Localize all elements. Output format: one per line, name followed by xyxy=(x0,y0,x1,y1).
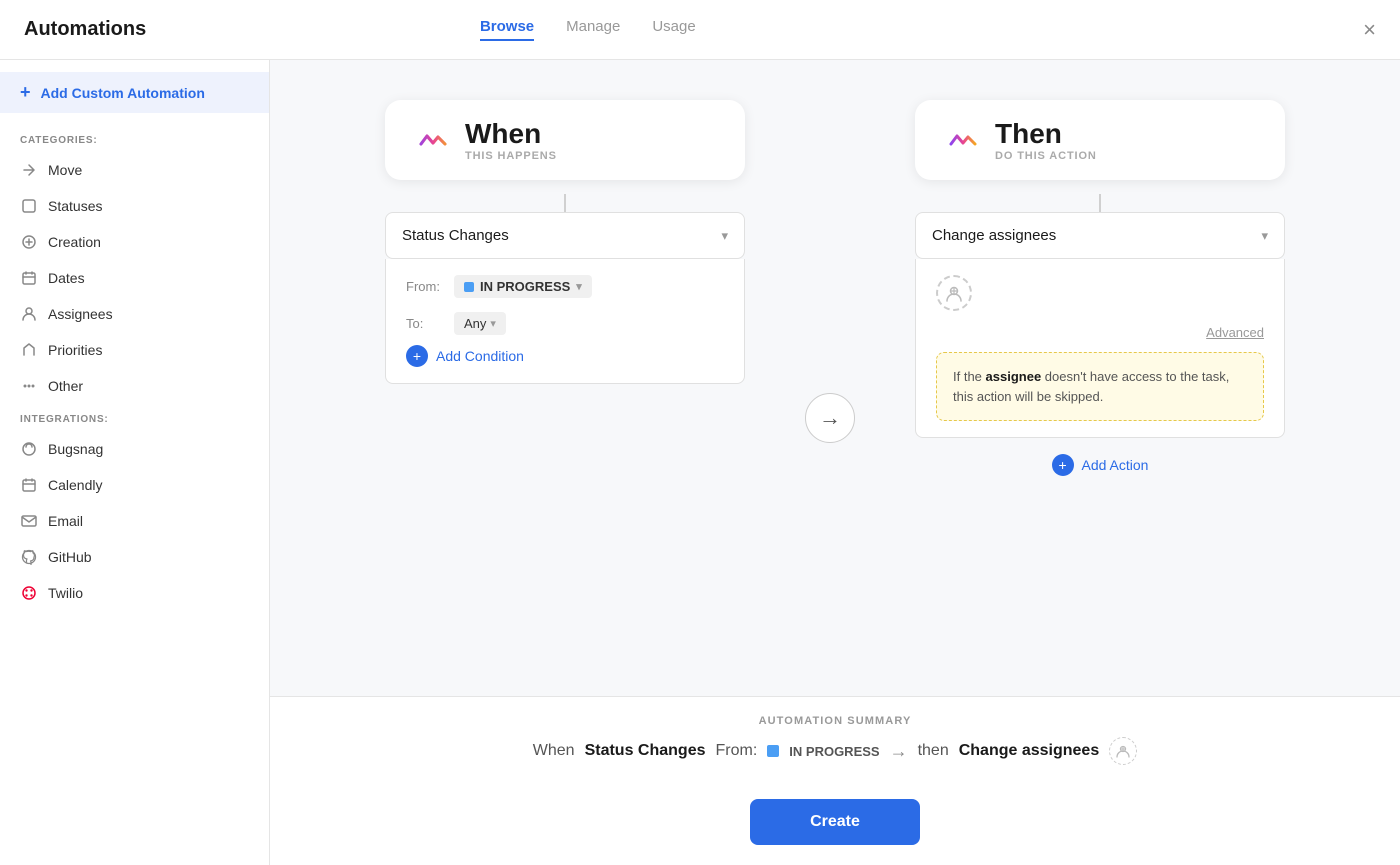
move-icon xyxy=(20,161,38,179)
to-value-badge[interactable]: Any ▾ xyxy=(454,312,506,335)
main-layout: + Add Custom Automation CATEGORIES: Move… xyxy=(0,60,1400,865)
warning-box: If the assignee doesn't have access to t… xyxy=(936,352,1264,421)
create-area: Create xyxy=(270,783,1400,865)
sidebar-item-statuses[interactable]: Statuses xyxy=(0,188,269,224)
plus-icon: + xyxy=(406,345,428,367)
from-row: From: IN PROGRESS ▾ xyxy=(406,275,724,298)
dates-icon xyxy=(20,269,38,287)
sidebar-item-creation[interactable]: Creation xyxy=(0,224,269,260)
chevron-down-icon: ▾ xyxy=(576,280,582,293)
app-title: Automations xyxy=(24,18,146,41)
trigger-section: When THIS HAPPENS Status Changes ▾ From: xyxy=(385,100,745,384)
sidebar-item-label: Statuses xyxy=(48,198,102,214)
sidebar-item-label: GitHub xyxy=(48,549,92,565)
close-button[interactable]: × xyxy=(1363,17,1376,43)
sidebar-item-github[interactable]: GitHub xyxy=(0,539,269,575)
then-header-text: Then DO THIS ACTION xyxy=(995,118,1097,162)
automation-builder: When THIS HAPPENS Status Changes ▾ From: xyxy=(270,60,1400,696)
bugsnag-icon xyxy=(20,440,38,458)
add-custom-automation-button[interactable]: + Add Custom Automation xyxy=(0,72,269,113)
sidebar: + Add Custom Automation CATEGORIES: Move… xyxy=(0,60,270,865)
trigger-dropdown[interactable]: Status Changes ▾ xyxy=(385,212,745,259)
assignee-row xyxy=(936,275,1264,311)
when-header-text: When THIS HAPPENS xyxy=(465,118,557,162)
statuses-icon xyxy=(20,197,38,215)
calendly-icon xyxy=(20,476,38,494)
condition-box: From: IN PROGRESS ▾ To: Any ▾ xyxy=(385,259,745,384)
then-title: Then xyxy=(995,118,1097,150)
bottom-bar: AUTOMATION SUMMARY When Status Changes F… xyxy=(270,696,1400,865)
sidebar-item-label: Dates xyxy=(48,270,85,286)
flow-arrow: → xyxy=(805,393,855,443)
sidebar-item-other[interactable]: Other xyxy=(0,368,269,404)
add-action-button[interactable]: + Add Action xyxy=(1052,454,1149,476)
then-sub: DO THIS ACTION xyxy=(995,150,1097,162)
clickup-logo-when xyxy=(415,120,451,161)
summary-content: When Status Changes From: IN PROGRESS → … xyxy=(330,737,1340,765)
sidebar-item-move[interactable]: Move xyxy=(0,152,269,188)
sidebar-item-priorities[interactable]: Priorities xyxy=(0,332,269,368)
chevron-down-icon: ▾ xyxy=(490,317,496,330)
sidebar-item-label: Other xyxy=(48,378,83,394)
sidebar-item-label: Assignees xyxy=(48,306,113,322)
status-dot-icon xyxy=(464,282,474,292)
tab-manage[interactable]: Manage xyxy=(566,18,620,41)
action-box: Advanced If the assignee doesn't have ac… xyxy=(915,259,1285,438)
email-icon xyxy=(20,512,38,530)
sidebar-item-label: Calendly xyxy=(48,477,102,493)
sidebar-item-label: Priorities xyxy=(48,342,102,358)
other-icon xyxy=(20,377,38,395)
plus-icon: + xyxy=(20,82,31,103)
action-section: Then DO THIS ACTION Change assignees ▾ xyxy=(915,100,1285,476)
chevron-down-icon: ▾ xyxy=(1261,228,1268,244)
header: Automations Browse Manage Usage × xyxy=(0,0,1400,60)
summary-arrow-icon: → xyxy=(890,741,908,762)
sidebar-item-dates[interactable]: Dates xyxy=(0,260,269,296)
priorities-icon xyxy=(20,341,38,359)
header-tabs: Browse Manage Usage xyxy=(480,18,696,41)
sidebar-item-label: Creation xyxy=(48,234,101,250)
plus-icon: + xyxy=(1052,454,1074,476)
add-condition-button[interactable]: + Add Condition xyxy=(406,345,524,367)
summary-status-dot xyxy=(767,745,779,757)
sidebar-item-assignees[interactable]: Assignees xyxy=(0,296,269,332)
creation-icon xyxy=(20,233,38,251)
categories-label: CATEGORIES: xyxy=(0,125,269,152)
github-icon xyxy=(20,548,38,566)
sidebar-item-calendly[interactable]: Calendly xyxy=(0,467,269,503)
assignees-icon xyxy=(20,305,38,323)
chevron-down-icon: ▾ xyxy=(721,228,728,244)
automation-summary: AUTOMATION SUMMARY When Status Changes F… xyxy=(270,696,1400,783)
when-sub: THIS HAPPENS xyxy=(465,150,557,162)
sidebar-item-label: Move xyxy=(48,162,82,178)
assignee-placeholder-icon[interactable] xyxy=(936,275,972,311)
sidebar-item-label: Twilio xyxy=(48,585,83,601)
summary-assignee-icon xyxy=(1109,737,1137,765)
sidebar-item-twilio[interactable]: Twilio xyxy=(0,575,269,611)
tab-browse[interactable]: Browse xyxy=(480,18,534,41)
sidebar-item-label: Email xyxy=(48,513,83,529)
content-area: When THIS HAPPENS Status Changes ▾ From: xyxy=(270,60,1400,865)
twilio-icon xyxy=(20,584,38,602)
tab-usage[interactable]: Usage xyxy=(652,18,695,41)
from-status-badge[interactable]: IN PROGRESS ▾ xyxy=(454,275,592,298)
to-row: To: Any ▾ xyxy=(406,312,724,335)
when-title: When xyxy=(465,118,557,150)
action-dropdown[interactable]: Change assignees ▾ xyxy=(915,212,1285,259)
create-button[interactable]: Create xyxy=(750,799,920,845)
sidebar-item-label: Bugsnag xyxy=(48,441,103,457)
integrations-label: INTEGRATIONS: xyxy=(0,404,269,431)
advanced-link[interactable]: Advanced xyxy=(936,325,1264,340)
sidebar-item-bugsnag[interactable]: Bugsnag xyxy=(0,431,269,467)
sidebar-item-email[interactable]: Email xyxy=(0,503,269,539)
clickup-logo-then xyxy=(945,120,981,161)
